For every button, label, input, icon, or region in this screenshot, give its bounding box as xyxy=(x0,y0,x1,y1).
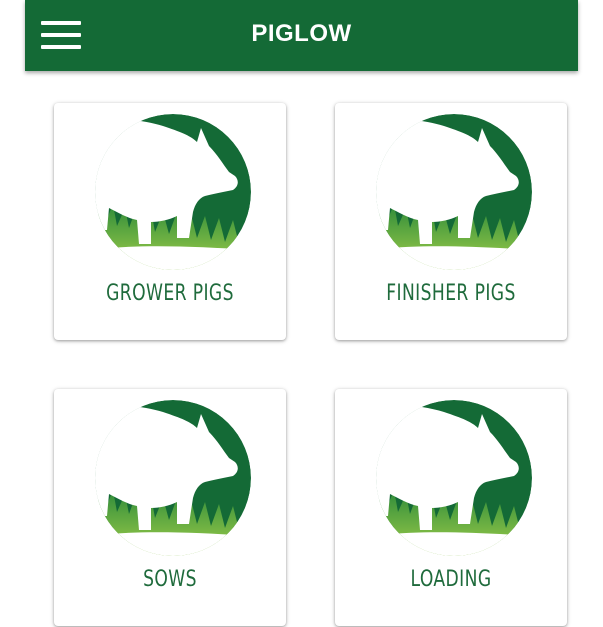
pig-logo-icon xyxy=(93,398,253,558)
card-finisher-pigs[interactable]: FINISHER PIGS xyxy=(335,103,567,340)
card-loading[interactable]: LOADING xyxy=(335,389,567,626)
pig-logo-icon xyxy=(374,398,534,558)
card-label: LOADING xyxy=(410,567,492,592)
card-grower-pigs[interactable]: GROWER PIGS xyxy=(54,103,286,340)
pig-logo-icon xyxy=(374,112,534,272)
card-sows[interactable]: SOWS xyxy=(54,389,286,626)
card-label: SOWS xyxy=(143,567,197,592)
card-label: FINISHER PIGS xyxy=(386,281,516,306)
app-bar: PIGLOW xyxy=(25,0,578,71)
pig-logo-icon xyxy=(93,112,253,272)
app-title: PIGLOW xyxy=(251,20,352,47)
card-label: GROWER PIGS xyxy=(106,281,234,306)
